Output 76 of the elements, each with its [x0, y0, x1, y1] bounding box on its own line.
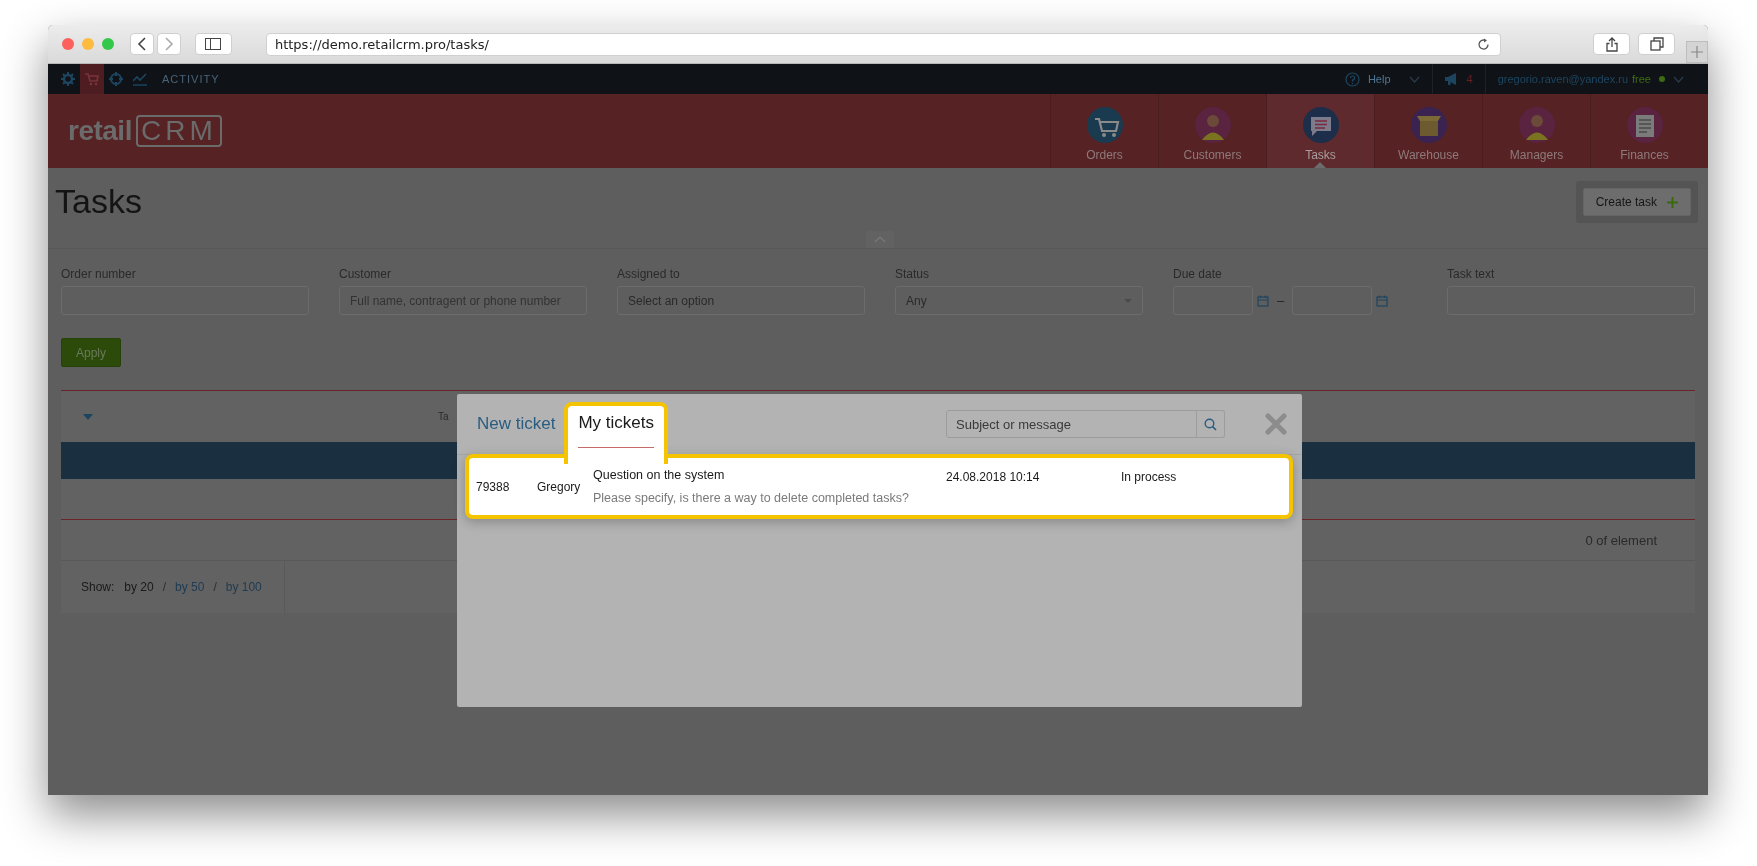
person-icon	[1194, 107, 1231, 143]
search-field[interactable]: Subject or message	[946, 410, 1197, 438]
address-bar[interactable]: https://demo.retailcrm.pro/tasks/	[265, 32, 1502, 56]
document-icon	[1626, 107, 1663, 143]
page-size-label: Show:	[81, 580, 115, 594]
reload-icon[interactable]	[1477, 37, 1491, 51]
calendar-icon[interactable]	[1376, 294, 1389, 307]
forward-icon	[164, 37, 174, 51]
page-size-link[interactable]: by 100	[225, 580, 262, 594]
share-icon	[1605, 36, 1618, 52]
chart-icon	[133, 72, 147, 86]
share-button[interactable]	[1593, 33, 1631, 55]
element-count: 0 of element	[1585, 532, 1657, 548]
plus-icon	[1691, 46, 1703, 58]
person-icon	[1518, 107, 1555, 143]
back-icon	[137, 37, 147, 51]
status-dot-icon	[1659, 76, 1665, 82]
sidebar-icon	[205, 38, 222, 50]
create-task-button[interactable]: Create task	[1582, 188, 1691, 216]
collapse-button[interactable]	[866, 231, 894, 248]
separator-slash: /	[213, 580, 217, 594]
sidebar-button[interactable]	[195, 33, 232, 55]
ticket-subject: Question on the system	[593, 468, 726, 482]
dialog-tab[interactable]: My tickets	[564, 402, 668, 464]
calendar-icon[interactable]	[1257, 294, 1269, 307]
cart-icon	[85, 72, 99, 86]
back-button[interactable]	[130, 33, 154, 55]
tabs-icon	[1649, 37, 1664, 51]
separator-slash: /	[162, 580, 167, 594]
nav-tab[interactable]: Tasks	[1266, 94, 1374, 168]
tabs-button[interactable]	[1638, 33, 1676, 55]
ticket-date: 24.08.2018 10:14	[946, 469, 1041, 484]
page-size-link[interactable]: by 50	[175, 580, 205, 594]
plus-icon	[1667, 196, 1678, 208]
search-icon	[1204, 417, 1217, 431]
ticket-row[interactable]: 79388 Gregory Question on the system Please specify, is there a way to delete completed tasks? 24.08.2018 10:14 In process	[465, 454, 1293, 519]
chat-icon	[1302, 107, 1339, 143]
url-text: https://demo.retailcrm.pro/tasks/	[274, 36, 489, 52]
page-size-link[interactable]: by 20	[124, 580, 154, 594]
notification-count: 4	[1466, 73, 1473, 85]
nav-tab[interactable]: Customers	[1158, 94, 1266, 168]
ticket-id: 79388	[476, 479, 511, 494]
apply-button[interactable]: Apply	[61, 338, 122, 367]
ticket-message: Please specify, is there a way to delete completed tasks?	[593, 491, 910, 505]
nav-tab[interactable]: Warehouse	[1374, 94, 1482, 168]
page-title: Tasks	[55, 181, 142, 221]
pointer-icon	[1314, 162, 1326, 168]
caret-icon[interactable]	[1673, 75, 1684, 83]
caret-icon[interactable]	[1408, 75, 1420, 83]
ticket-author: Gregory	[537, 479, 582, 494]
window-control-icon[interactable]	[62, 38, 74, 50]
caret-down-icon[interactable]	[83, 413, 93, 420]
gear-icon	[61, 72, 75, 86]
new-tab-button[interactable]	[1686, 41, 1708, 63]
target-icon	[109, 72, 123, 86]
box-icon	[1410, 107, 1447, 143]
search-button[interactable]	[1197, 410, 1225, 438]
nav-tab[interactable]: Finances	[1590, 94, 1698, 168]
help-link[interactable]: Help	[1367, 73, 1391, 85]
window-control-icon[interactable]	[82, 38, 94, 50]
help-icon[interactable]	[1344, 71, 1360, 87]
nav-tab[interactable]: Managers	[1482, 94, 1590, 168]
toolbar-button[interactable]	[80, 64, 104, 94]
user-email[interactable]: gregorio.raven@yandex.ru	[1497, 73, 1629, 85]
ticket-status: In process	[1121, 469, 1177, 484]
close-icon[interactable]	[1265, 413, 1287, 435]
range-dash: –	[1277, 293, 1285, 308]
caret-up-icon	[874, 236, 886, 243]
plan-label: free	[1632, 73, 1651, 85]
cart-icon	[1086, 107, 1123, 143]
window-control-icon[interactable]	[102, 38, 114, 50]
megaphone-icon[interactable]	[1444, 73, 1459, 85]
dialog-tab[interactable]: New ticket	[474, 394, 565, 454]
nav-tab[interactable]: Orders	[1050, 94, 1158, 168]
activity-link[interactable]: ACTIVITY	[162, 73, 220, 85]
logo[interactable]: retail CRM	[68, 94, 222, 168]
